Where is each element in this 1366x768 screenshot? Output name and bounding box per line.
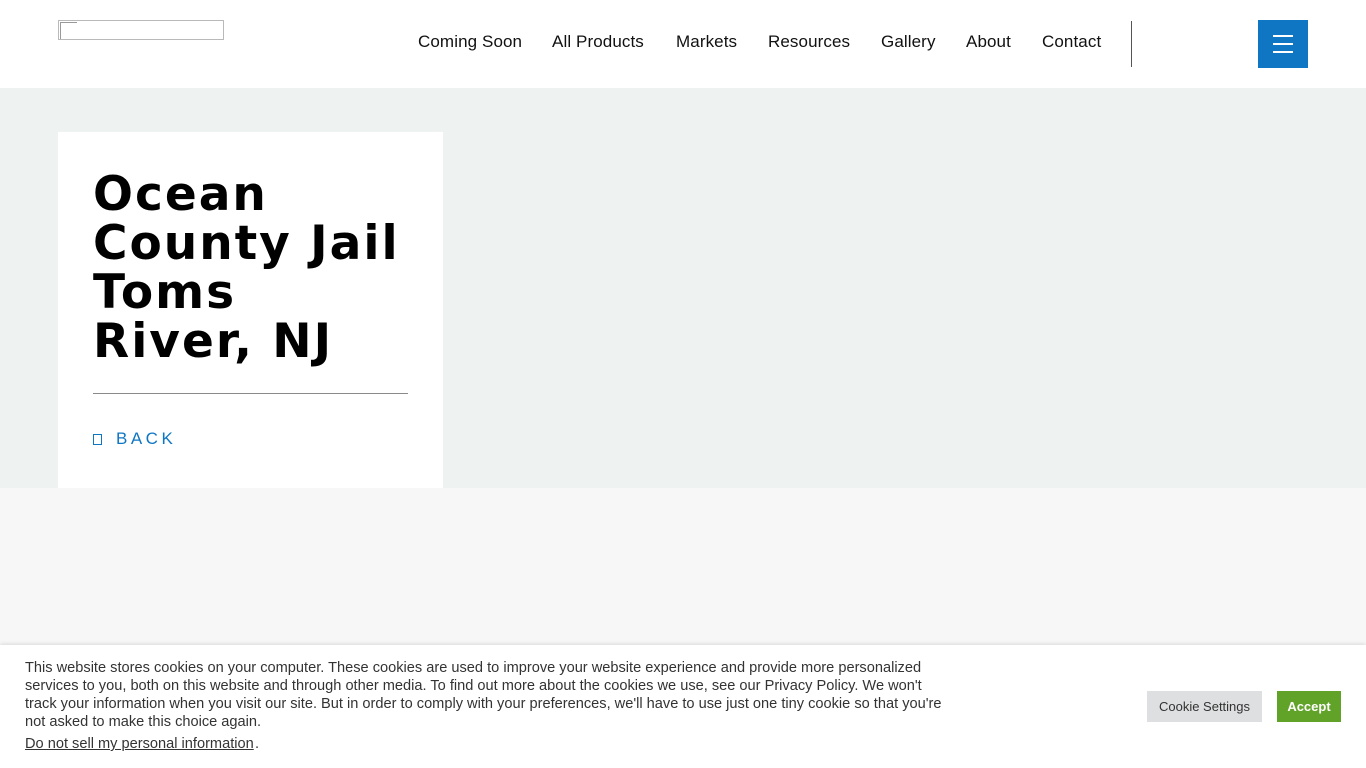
hamburger-icon-line xyxy=(1273,51,1293,53)
nav-contact[interactable]: Contact xyxy=(1042,32,1101,52)
cookie-text: This website stores cookies on your comp… xyxy=(25,660,942,730)
title-card: Ocean County Jail Toms River, NJ BACK xyxy=(58,132,443,488)
nav-markets[interactable]: Markets xyxy=(676,32,737,52)
do-not-sell-suffix: . xyxy=(255,736,260,752)
accept-button[interactable]: Accept xyxy=(1277,691,1341,722)
back-label: BACK xyxy=(116,429,177,448)
hamburger-icon-line xyxy=(1273,43,1293,45)
nav-coming-soon[interactable]: Coming Soon xyxy=(418,32,522,52)
back-link[interactable]: BACK xyxy=(93,429,176,449)
nav-resources[interactable]: Resources xyxy=(768,32,850,52)
nav-all-products[interactable]: All Products xyxy=(552,32,644,52)
nav-about[interactable]: About xyxy=(966,32,1011,52)
arrow-left-icon xyxy=(93,434,102,445)
page-title: Ocean County Jail Toms River, NJ xyxy=(93,167,400,369)
nav-gallery[interactable]: Gallery xyxy=(881,32,936,52)
hamburger-icon xyxy=(1273,35,1293,37)
site-logo[interactable] xyxy=(58,20,224,40)
cookie-banner: This website stores cookies on your comp… xyxy=(0,645,1366,768)
do-not-sell-link[interactable]: Do not sell my personal information xyxy=(25,736,254,752)
divider xyxy=(93,393,408,394)
menu-button[interactable] xyxy=(1258,20,1308,68)
cookie-settings-button[interactable]: Cookie Settings xyxy=(1147,691,1262,722)
nav-divider xyxy=(1131,21,1132,67)
site-header: Coming Soon All Products Markets Resourc… xyxy=(0,0,1366,88)
